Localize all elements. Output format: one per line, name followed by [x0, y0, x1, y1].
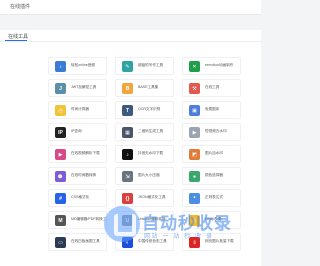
tool-card-label: 在线时间戳转换 [71, 173, 97, 177]
css-icon: # [55, 193, 66, 204]
xmind-icon: ✕ [189, 61, 200, 72]
toolbox-icon: ⚒ [189, 83, 200, 94]
tool-card[interactable]: M MD编辑器/PDF转换工具 [48, 211, 107, 229]
tool-card-label: CSS格式化 [71, 195, 90, 199]
tool-card[interactable]: ✕ remotion动画制作 [182, 57, 241, 75]
tool-card[interactable]: ◐ 中国传统色彩工具 [115, 233, 174, 251]
audio-wave-icon: ♪ [55, 61, 66, 72]
tool-card[interactable]: ⇩ 网页图片批量下载 [182, 233, 241, 251]
ip-icon: IP [55, 127, 66, 138]
tool-card[interactable]: B BASE工具集 [115, 79, 174, 97]
regex-icon: * [189, 193, 200, 204]
tool-card[interactable]: ▶ 短视频去水印 [182, 123, 241, 141]
tool-card-label: 抖音无水印下载 [138, 151, 164, 155]
tool-card-label: 二维码生成工具 [138, 129, 164, 133]
tool-card-label: 颜色选择器 [205, 173, 223, 177]
tool-card[interactable]: T OCR文字识别 [115, 101, 174, 119]
tool-card[interactable]: ♪ 抖音无水印下载 [115, 145, 174, 163]
tool-card[interactable]: ♪ 轻松online音频 [48, 57, 107, 75]
tool-card[interactable]: # CSS格式化 [48, 189, 107, 207]
tool-card[interactable]: ▣ 免费图床 [182, 101, 241, 119]
emoji-icon: ☺ [189, 215, 200, 226]
tool-card-label: MD编辑器/PDF转换工具 [71, 217, 107, 221]
tool-card-label: Unicode编码转换 [138, 217, 166, 221]
unicode-icon: U [122, 215, 133, 226]
tool-card[interactable]: {} JSON格式化工具 [115, 189, 174, 207]
tool-card-label: JSON格式化工具 [138, 195, 166, 199]
tool-card-label: 在线视频解析下载 [71, 151, 100, 155]
clock-icon: ◷ [55, 105, 66, 116]
tool-card[interactable]: ● 颜色选择器 [182, 167, 241, 185]
download-icon: ⇩ [189, 237, 200, 248]
tool-card[interactable]: ⌚ 在线时间戳转换 [48, 167, 107, 185]
top-bar: 在线插件 [0, 0, 261, 15]
play-icon: ▶ [55, 149, 66, 160]
tool-card[interactable]: ▦ 二维码生成工具 [115, 123, 174, 141]
tool-card[interactable]: ✎ 超级的写作工具 [115, 57, 174, 75]
tool-card[interactable]: U Unicode编码转换 [115, 211, 174, 229]
tool-card[interactable]: ▭ 在线白板画图工具 [48, 233, 107, 251]
photo-icon: ◩ [189, 149, 200, 160]
compress-icon: ⇲ [122, 171, 133, 182]
tool-card-label: 超级的写作工具 [138, 63, 164, 67]
video-icon: ▶ [189, 127, 200, 138]
tool-card-label: Emoji表情 [205, 217, 222, 221]
tool-card[interactable]: ⇲ 图片大小压缩 [115, 167, 174, 185]
tool-card-label: BASE工具集 [138, 85, 159, 89]
tool-card-label: 短视频去水印 [205, 129, 227, 133]
tool-card-label: 正则表达式 [205, 195, 223, 199]
tool-card[interactable]: ▶ 在线视频解析下载 [48, 145, 107, 163]
writing-icon: ✎ [122, 61, 133, 72]
markdown-icon: M [55, 215, 66, 226]
tool-card[interactable]: ⚒ 在线工具 [182, 79, 241, 97]
tool-card-label: 网页图片批量下载 [205, 239, 234, 243]
tool-card-label: 图片加水印 [205, 151, 223, 155]
tool-card[interactable]: J JWT加解密工具 [48, 79, 107, 97]
color-picker-icon: ● [189, 171, 200, 182]
tool-card[interactable]: IP IP查询 [48, 123, 107, 141]
tool-card-label: 在线工具 [205, 85, 220, 89]
tool-card-label: 免费图床 [205, 107, 220, 111]
tool-card-label: 时间计算器 [71, 107, 89, 111]
tool-card-label: OCR文字识别 [138, 107, 161, 111]
base-icon: B [122, 83, 133, 94]
timestamp-icon: ⌚ [55, 171, 66, 182]
tool-card[interactable]: ◷ 时间计算器 [48, 101, 107, 119]
json-icon: {} [122, 193, 133, 204]
page-title: 在线插件 [10, 4, 31, 10]
jwt-icon: J [55, 83, 66, 94]
whiteboard-icon: ▭ [55, 237, 66, 248]
tool-card[interactable]: ◩ 图片加水印 [182, 145, 241, 163]
image-host-icon: ▣ [189, 105, 200, 116]
tool-card[interactable]: * 正则表达式 [182, 189, 241, 207]
palette-icon: ◐ [122, 237, 133, 248]
section-divider [0, 41, 261, 42]
tool-card-label: 在线白板画图工具 [71, 239, 100, 243]
tool-card-label: 轻松online音频 [71, 63, 95, 67]
ocr-icon: T [122, 105, 133, 116]
tool-card-label: JWT加解密工具 [71, 85, 97, 89]
tiktok-icon: ♪ [122, 149, 133, 160]
tool-card-label: IP查询 [71, 129, 82, 133]
tool-card-label: remotion动画制作 [205, 63, 234, 67]
tool-card-label: 中国传统色彩工具 [138, 239, 167, 243]
tool-card-label: 图片大小压缩 [138, 173, 160, 177]
tool-card[interactable]: ☺ Emoji表情 [182, 211, 241, 229]
qrcode-icon: ▦ [122, 127, 133, 138]
